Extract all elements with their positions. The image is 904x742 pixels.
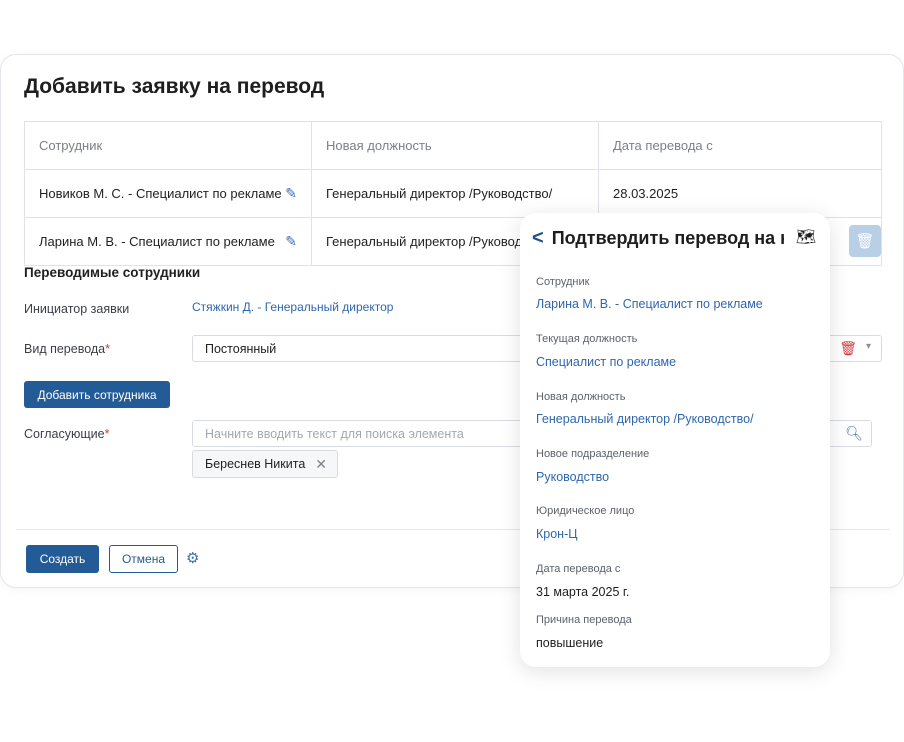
trash-icon[interactable]: 🗑 — [849, 225, 881, 257]
table-row[interactable]: Новиков М. С. - Специалист по рекламе ✎ … — [24, 169, 882, 218]
chevron-down-icon[interactable]: ▾ — [866, 341, 871, 352]
pencil-icon[interactable]: ✎ — [285, 185, 297, 202]
approvers-label-text: Согласующие — [24, 427, 105, 441]
field-value-employee[interactable]: Ларина М. В. - Специалист по рекламе — [536, 297, 763, 311]
initiator-label: Инициатор заявки — [24, 302, 130, 316]
required-mark: * — [105, 342, 111, 356]
panel-header: < Подтвердить перевод на н 🗺︎ — [532, 225, 822, 251]
pencil-icon[interactable]: ✎ — [285, 233, 297, 250]
page-title: Добавить заявку на перевод — [24, 75, 325, 98]
section-title: Переводимые сотрудники — [24, 265, 201, 280]
initiator-link[interactable]: Стяжкин Д. - Генеральный директор — [192, 300, 393, 314]
field-value-transfer-date: 31 марта 2025 г. — [536, 585, 630, 599]
map-icon[interactable]: 🗺︎ — [796, 227, 816, 247]
field-value-current-position[interactable]: Специалист по рекламе — [536, 355, 676, 369]
field-label-new-department: Новое подразделение — [536, 448, 650, 460]
field-label-employee: Сотрудник — [536, 276, 590, 288]
field-value-new-department[interactable]: Руководство — [536, 470, 609, 484]
field-label-transfer-date: Дата перевода с — [536, 563, 621, 575]
table-header-row: Сотрудник Новая должность Дата перевода … — [24, 121, 882, 170]
employee-cell: Ларина М. В. - Специалист по рекламе ✎ — [24, 217, 312, 266]
field-value-new-position[interactable]: Генеральный директор /Руководство/ — [536, 412, 754, 426]
trash-icon[interactable]: 🗑 — [839, 340, 857, 357]
confirm-transfer-panel: < Подтвердить перевод на н 🗺︎ Сотрудник … — [520, 213, 830, 667]
required-mark: * — [104, 427, 110, 441]
cancel-button[interactable]: Отмена — [109, 545, 178, 573]
field-label-current-position: Текущая должность — [536, 333, 638, 345]
close-icon[interactable]: ✕ — [315, 456, 327, 473]
position-cell: Генеральный директор /Руководство/ — [311, 169, 599, 218]
chevron-left-icon[interactable]: < — [532, 227, 544, 250]
transfer-type-label-text: Вид перевода — [24, 342, 106, 356]
field-value-legal-entity[interactable]: Крон-Ц — [536, 527, 578, 541]
field-label-transfer-reason: Причина перевода — [536, 614, 632, 626]
search-icon[interactable]: 🔍︎ — [845, 425, 863, 442]
column-header-new-position: Новая должность — [311, 121, 599, 170]
employee-name: Новиков М. С. - Специалист по рекламе — [39, 186, 282, 201]
approvers-label: Согласующие* — [24, 427, 109, 441]
approver-chip: Береснев Никита ✕ — [192, 450, 338, 478]
transfer-type-label: Вид перевода* — [24, 342, 110, 356]
gear-icon[interactable]: ⚙ — [186, 549, 199, 567]
column-header-employee: Сотрудник — [24, 121, 312, 170]
employee-name: Ларина М. В. - Специалист по рекламе — [39, 234, 275, 249]
transfer-type-value: Постоянный — [205, 342, 277, 356]
approver-chip-label: Береснев Никита — [205, 457, 306, 471]
add-employee-button[interactable]: Добавить сотрудника — [24, 381, 170, 408]
create-button[interactable]: Создать — [26, 545, 99, 573]
field-value-transfer-reason: повышение — [536, 636, 604, 650]
search-placeholder: Начните вводить текст для поиска элемент… — [205, 427, 464, 441]
panel-title: Подтвердить перевод на н — [551, 227, 784, 248]
column-header-transfer-date: Дата перевода с — [598, 121, 882, 170]
date-cell: 28.03.2025 — [598, 169, 882, 218]
field-label-new-position: Новая должность — [536, 391, 626, 403]
employee-cell: Новиков М. С. - Специалист по рекламе ✎ — [24, 169, 312, 218]
field-label-legal-entity: Юридическое лицо — [536, 505, 635, 517]
